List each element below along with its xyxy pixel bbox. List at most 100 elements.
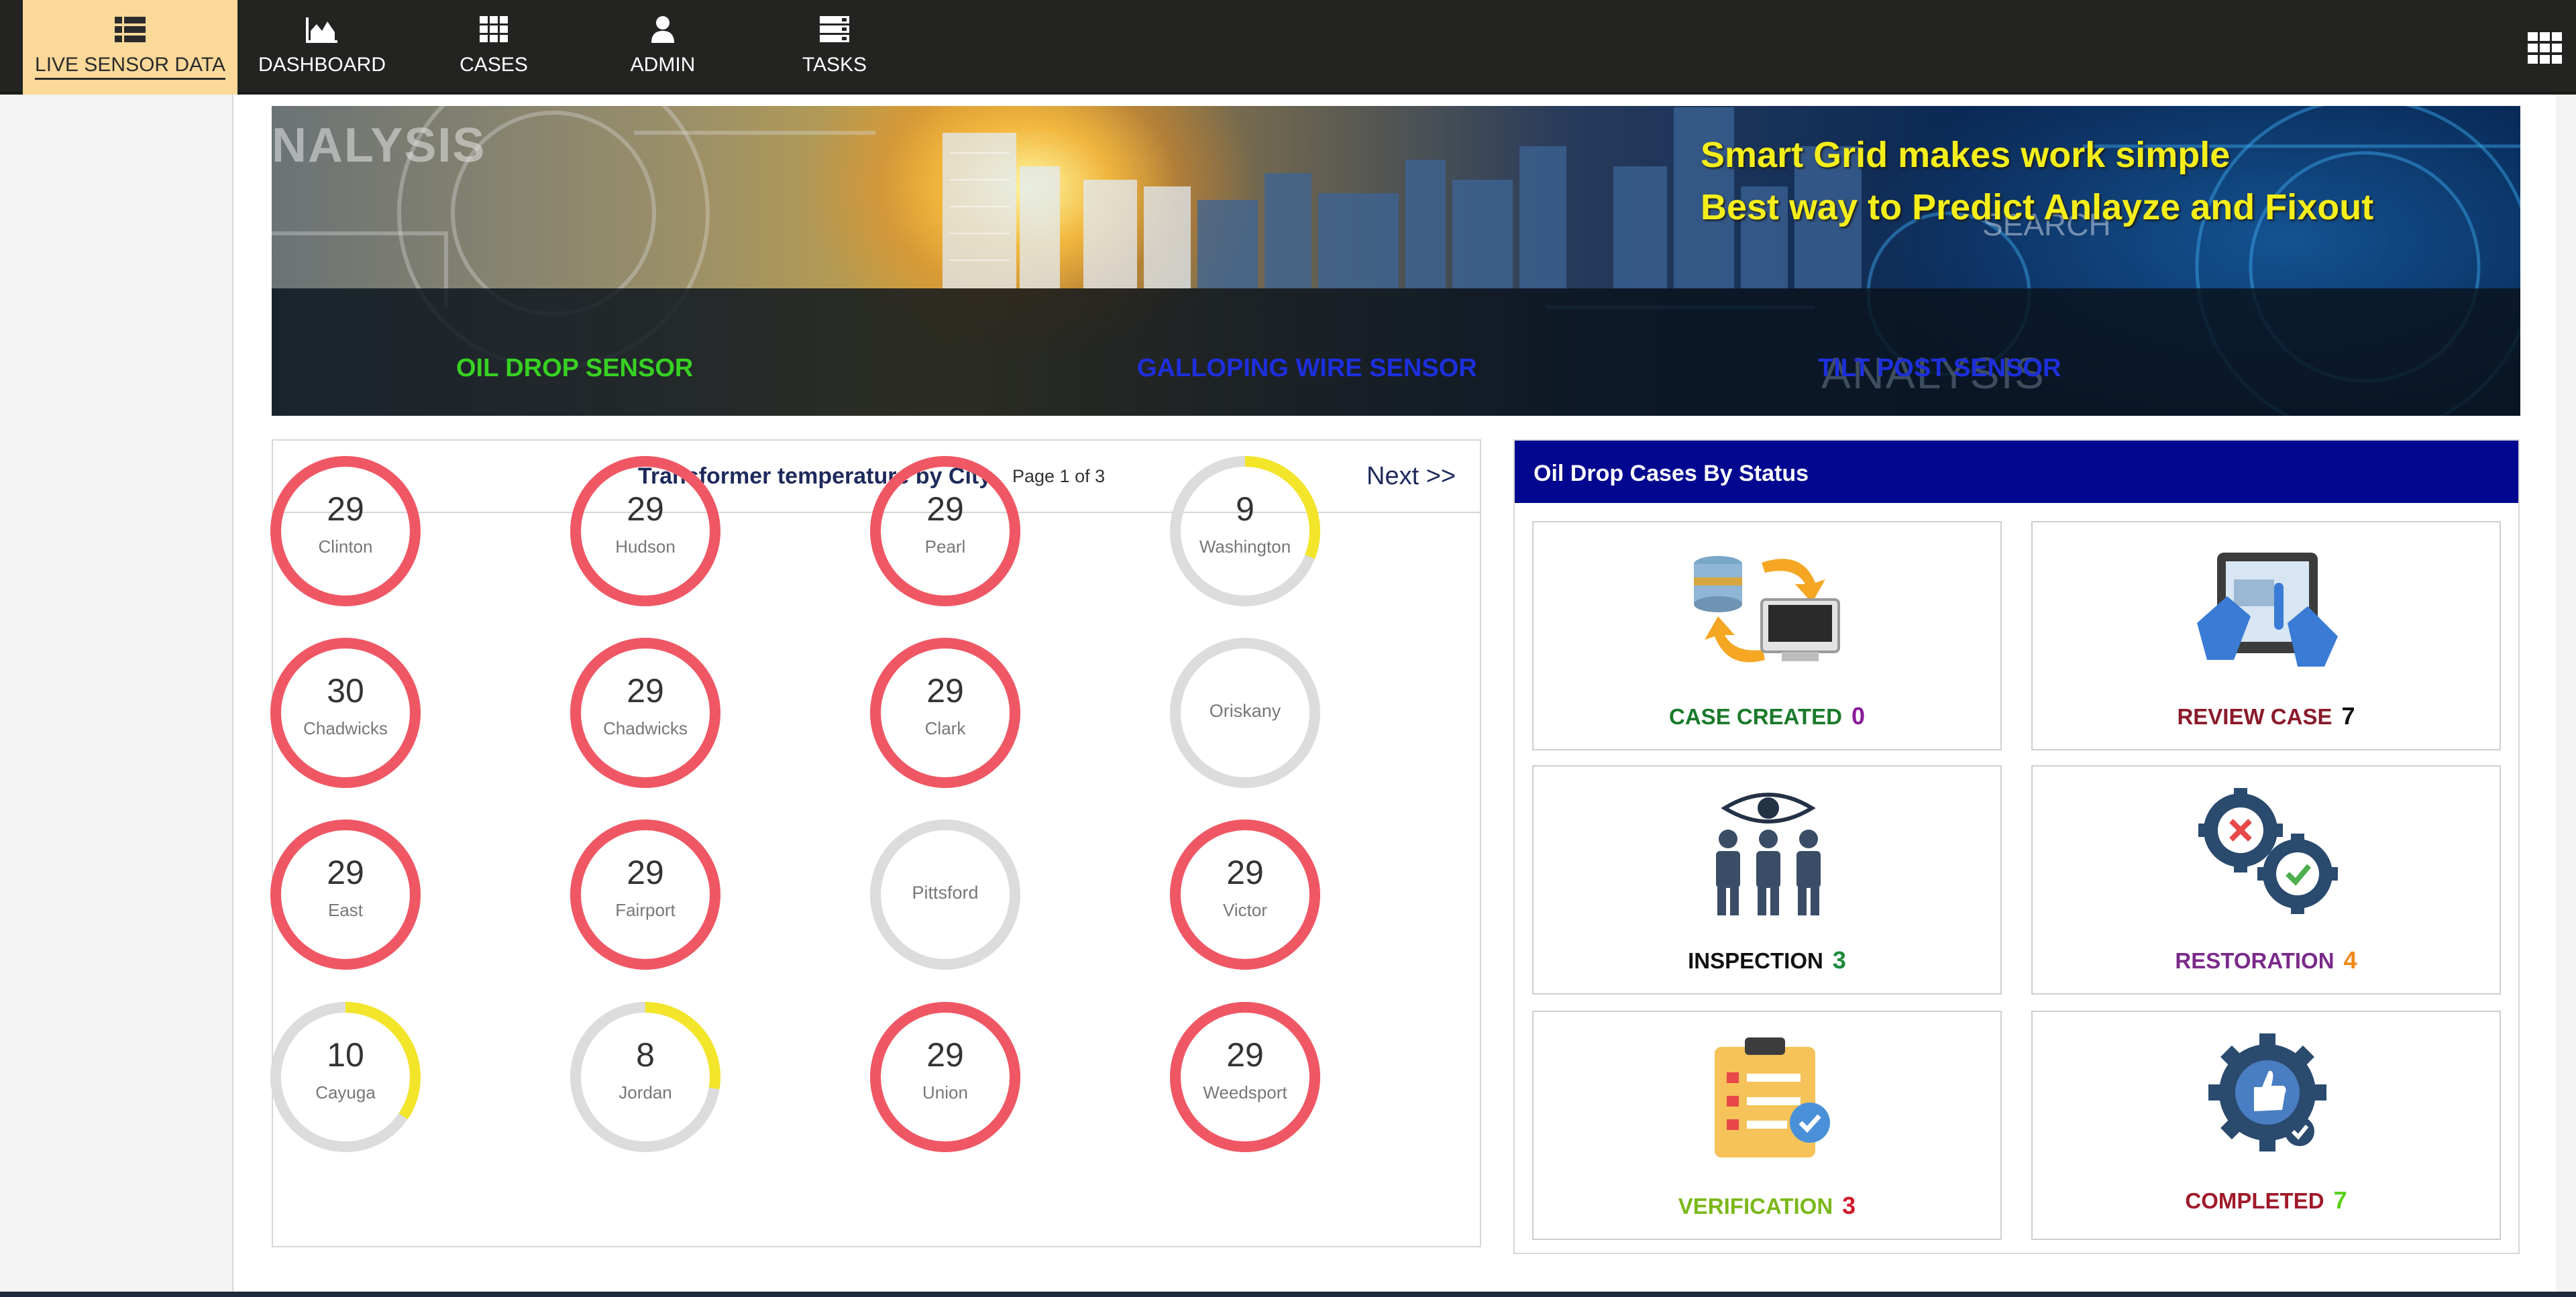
gauge-value-arc xyxy=(870,1002,1020,1152)
next-page-link[interactable]: Next >> xyxy=(1366,462,1456,491)
case-label: REVIEW CASE 7 xyxy=(2033,702,2500,730)
case-status-label: COMPLETED xyxy=(2185,1188,2324,1213)
gauge-city-name: Cayuga xyxy=(315,1082,376,1103)
gauge-value-arc xyxy=(570,638,720,788)
gauge-value-arc xyxy=(870,638,1020,788)
banner-watermark-text: NALYSIS xyxy=(272,119,486,172)
gauge-city-name: East xyxy=(327,900,364,920)
gauge-value-arc xyxy=(570,456,720,606)
nav-label: DASHBOARD xyxy=(258,54,386,76)
gauge-value-arc xyxy=(270,456,421,606)
city-temperature-gauge: 29 Hudson xyxy=(565,451,726,612)
gauge-city-name: Hudson xyxy=(615,537,676,557)
galloping-wire-sensor-link[interactable]: GALLOPING WIRE SENSOR xyxy=(1137,354,1477,383)
grid-icon xyxy=(480,16,508,42)
gauge-value-arc xyxy=(570,820,720,970)
gauge-ring xyxy=(270,1002,421,1152)
oil-drop-cases-panel: Oil Drop Cases By Status CASE CREATED 0 xyxy=(1513,439,2520,1254)
gauge-ring xyxy=(870,638,1020,788)
gauge-city-name: Chadwicks xyxy=(603,718,688,738)
case-status-label: INSPECTION xyxy=(1688,948,1823,973)
inspection-card[interactable]: INSPECTION 3 xyxy=(1532,765,2002,995)
gauge-ring xyxy=(870,456,1020,606)
review-case-card[interactable]: REVIEW CASE 7 xyxy=(2031,521,2501,750)
city-temperature-gauge: 29 Clark xyxy=(865,632,1026,793)
gauge-ring xyxy=(570,820,720,970)
database-transfer-icon xyxy=(1694,556,1840,663)
gauge-city-name: Pittsford xyxy=(912,883,979,903)
gauge-ring xyxy=(270,456,421,606)
area-chart-icon xyxy=(306,17,337,43)
gauge-temperature-value: 29 xyxy=(327,854,364,891)
gauge-temperature-value: 10 xyxy=(327,1036,364,1074)
gauge-city-name: Union xyxy=(922,1082,968,1103)
banner-slogan-line2: Best way to Predict Anlayze and Fixout xyxy=(1701,187,2374,227)
city-temperature-gauge: 29 East xyxy=(265,814,426,975)
completed-card[interactable]: COMPLETED 7 xyxy=(2031,1011,2501,1240)
nav-dashboard[interactable]: DASHBOARD xyxy=(244,0,400,95)
nav-tasks[interactable]: TASKS xyxy=(757,0,912,95)
gauge-ring xyxy=(1170,820,1320,970)
gear-thumbs-up-icon xyxy=(2208,1033,2326,1151)
restoration-card[interactable]: RESTORATION 4 xyxy=(2031,765,2501,995)
gauge-city-name: Weedsport xyxy=(1203,1082,1287,1103)
tilt-post-sensor-link[interactable]: TILT POST SENSOR xyxy=(1818,354,2061,383)
gauge-ring xyxy=(1170,456,1320,606)
gauge-city-name: Pearl xyxy=(924,537,966,557)
gauge-ring xyxy=(570,1002,720,1152)
gauge-temperature-value: 9 xyxy=(1236,490,1254,528)
gauge-temperature-value: 30 xyxy=(327,672,364,710)
gauge-value-arc xyxy=(870,456,1020,606)
gauge-value-arc xyxy=(270,638,421,788)
city-temperature-gauge: 29 Chadwicks xyxy=(565,632,726,793)
gauge-ring xyxy=(270,820,421,970)
case-created-card[interactable]: CASE CREATED 0 xyxy=(1532,521,2002,750)
banner-slogan-line1: Smart Grid makes work simple xyxy=(1701,135,2231,175)
case-label: RESTORATION 4 xyxy=(2033,946,2500,974)
gauge-temperature-value: 8 xyxy=(636,1036,655,1074)
case-status-label: VERIFICATION xyxy=(1678,1194,1833,1219)
case-label: CASE CREATED 0 xyxy=(1534,702,2000,730)
gauge-temperature-value: 29 xyxy=(926,672,964,710)
gauge-temperature-value: 29 xyxy=(627,490,664,528)
nav-admin[interactable]: ADMIN xyxy=(585,0,741,95)
gauge-temperature-value: 29 xyxy=(926,1036,964,1074)
case-status-label: RESTORATION xyxy=(2175,948,2334,973)
page-indicator: Page 1 of 3 xyxy=(1012,466,1106,486)
city-temperature-gauge: 29 Fairport xyxy=(565,814,726,975)
gauge-city-name: Victor xyxy=(1223,900,1267,920)
case-status-label: CASE CREATED xyxy=(1669,704,1842,729)
gauge-city-name: Chadwicks xyxy=(303,718,388,738)
oil-drop-sensor-link[interactable]: OIL DROP SENSOR xyxy=(456,354,693,383)
case-count: 0 xyxy=(1851,702,1865,730)
gauge-city-name: Oriskany xyxy=(1209,701,1281,721)
nav-label: ADMIN xyxy=(630,54,696,76)
nav-cases[interactable]: CASES xyxy=(416,0,572,95)
window-bottom-edge xyxy=(0,1292,2576,1297)
user-icon xyxy=(651,16,674,43)
clipboard-check-icon xyxy=(1715,1037,1830,1158)
gauge-ring xyxy=(570,456,720,606)
hero-banner: NALYSIS SEARCH ANALYSIS Smart Grid makes… xyxy=(272,106,2520,416)
city-temperature-gauge: Oriskany xyxy=(1165,632,1326,793)
case-count: 3 xyxy=(1842,1192,1856,1219)
verification-card[interactable]: VERIFICATION 3 xyxy=(1532,1011,2002,1240)
gauge-temperature-value: 29 xyxy=(327,490,364,528)
gauge-ring xyxy=(870,1002,1020,1152)
city-temperature-gauge: Pittsford xyxy=(865,814,1026,975)
gauge-city-name: Jordan xyxy=(619,1082,672,1103)
apps-grid-icon[interactable] xyxy=(2526,31,2564,66)
sensor-links-bar xyxy=(272,288,2520,416)
city-temperature-gauge: 9 Washington xyxy=(1165,451,1326,612)
gauge-value-arc xyxy=(1170,1002,1320,1152)
tablet-touch-icon xyxy=(2197,553,2338,667)
nav-label: LIVE SENSOR DATA xyxy=(35,54,225,80)
case-label: VERIFICATION 3 xyxy=(1534,1192,2000,1220)
case-count: 4 xyxy=(2343,946,2357,974)
gauge-temperature-value: 29 xyxy=(1226,854,1264,891)
nav-label: TASKS xyxy=(802,54,867,76)
city-temperature-gauge: 29 Clinton xyxy=(265,451,426,612)
gauge-value-arc xyxy=(270,820,421,970)
gauge-ring xyxy=(270,638,421,788)
nav-live-sensor-data[interactable]: LIVE SENSOR DATA xyxy=(23,0,237,95)
